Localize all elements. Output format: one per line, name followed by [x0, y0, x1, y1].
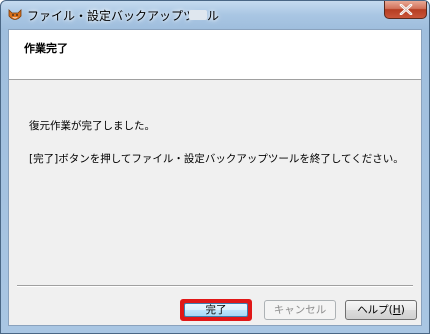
completion-message: 復元作業が完了しました。 — [29, 120, 155, 132]
dialog-window: ファイル・設定バックアップツール 作業完了 復元作業が完了しました。 [完了]ボ… — [0, 0, 430, 334]
help-button[interactable]: ヘルプ(H) — [345, 300, 417, 320]
finish-button-label: 完了 — [184, 303, 248, 317]
button-divider — [17, 285, 413, 287]
wizard-header: 作業完了 — [9, 30, 421, 80]
help-mnemonic: H — [392, 304, 401, 316]
cancel-button[interactable]: キャンセル — [264, 300, 336, 320]
title-bar[interactable]: ファイル・設定バックアップツール — [1, 1, 429, 29]
finish-button[interactable]: 完了 — [180, 299, 252, 321]
page-title: 作業完了 — [24, 42, 68, 55]
fox-app-icon — [7, 7, 23, 23]
dialog-client-area: 作業完了 復元作業が完了しました。 [完了]ボタンを押してファイル・設定バックア… — [8, 29, 422, 326]
instruction-message: [完了]ボタンを押してファイル・設定バックアップツールを終了してください。 — [29, 153, 404, 165]
close-button[interactable] — [384, 1, 427, 19]
help-button-label: ヘルプ( — [357, 304, 393, 316]
close-icon — [399, 4, 413, 15]
title-blur-mark — [189, 10, 207, 20]
help-button-close: ) — [400, 304, 405, 316]
